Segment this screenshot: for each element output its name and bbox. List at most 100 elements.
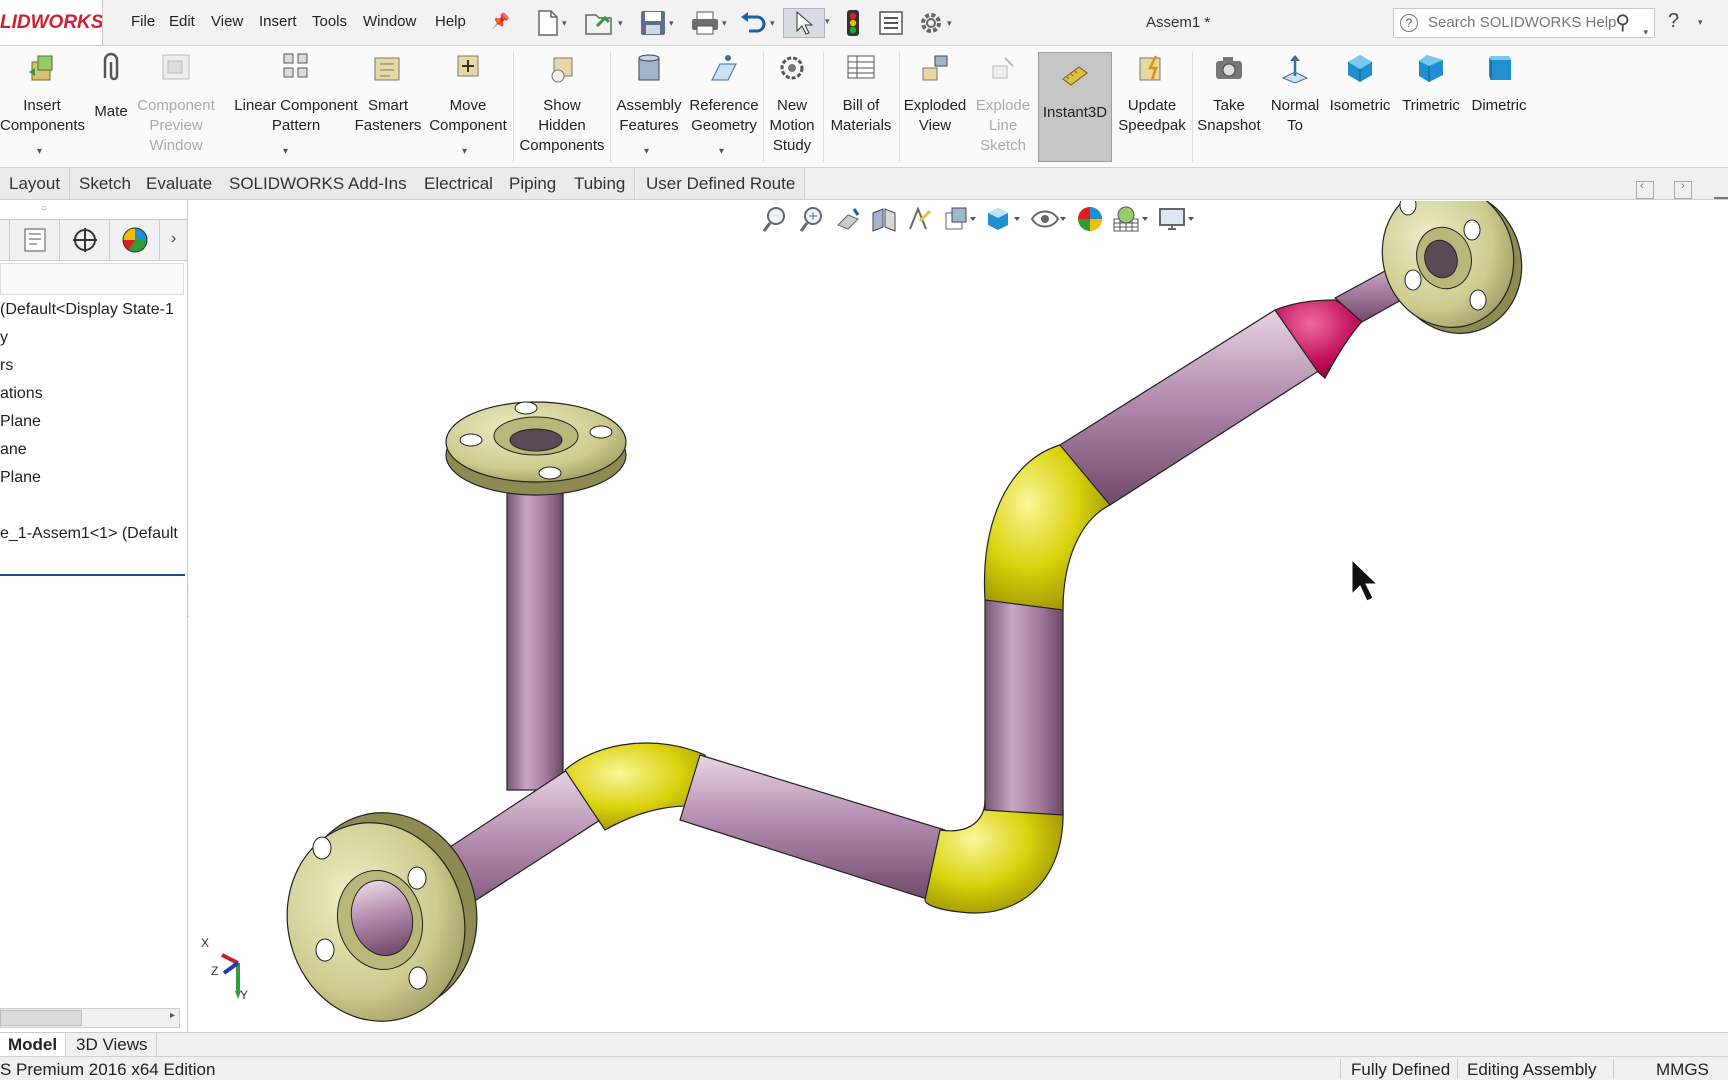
menu-help[interactable]: Help [435,13,466,30]
reference-geometry-dropdown-icon[interactable]: ▾ [719,146,724,157]
vertical-pipe-right[interactable] [984,599,1064,816]
flange-top-left[interactable] [445,401,627,496]
scrollbar-thumb[interactable] [0,1010,82,1026]
isometric-button[interactable]: Isometric [1326,52,1394,116]
solidworks-logo[interactable]: LIDWORKS [0,0,103,46]
tree-item-annotations[interactable]: ations [0,385,43,403]
configuration-manager-tab-icon[interactable] [60,220,110,260]
assembly-features-dropdown-icon[interactable]: ▾ [644,146,649,157]
help-icon[interactable]: ? [1668,10,1679,33]
exploded-view-button[interactable]: Exploded View [900,52,970,136]
scroll-right-arrow-icon[interactable]: ▸ [170,1010,175,1021]
menu-view[interactable]: View [211,13,243,30]
tab-tubing[interactable]: Tubing [565,168,636,199]
print-icon[interactable]: ▾ [686,8,732,38]
assembly-features-button[interactable]: Assembly Features [614,52,684,136]
flange-top-right[interactable] [1364,201,1540,351]
linear-component-pattern-button[interactable]: Linear Component Pattern [222,52,370,136]
tab-sketch[interactable]: Sketch [70,168,141,199]
property-manager-tab-icon[interactable] [10,220,60,260]
menu-tools[interactable]: Tools [312,13,347,30]
tab-3d-views[interactable]: 3D Views [68,1033,157,1056]
pin-icon[interactable]: 📌 [491,12,510,30]
tab-piping[interactable]: Piping [500,168,567,199]
camera-icon [1216,57,1242,79]
search-dropdown-icon[interactable]: ▾ [1643,18,1648,46]
search-icon[interactable]: ⚲ [1615,9,1630,37]
insert-components-dropdown-icon[interactable]: ▾ [37,146,42,157]
pipe-middle-diagonal[interactable] [679,754,946,901]
exploded-view-icon [922,55,948,81]
normal-to-button[interactable]: Normal To [1264,52,1326,136]
panel-tabs: › [0,219,187,261]
tab-layout[interactable]: Layout [0,168,71,199]
component-preview-icon [162,54,190,80]
pipe-assembly-model[interactable] [189,201,1728,1031]
undo-icon[interactable]: ▾ [734,8,780,38]
tab-model[interactable]: Model [0,1033,67,1056]
tree-item-history[interactable]: y [0,329,8,347]
isometric-cube-icon [1348,55,1372,82]
tab-electrical[interactable]: Electrical [415,168,503,199]
pattern-dropdown-icon[interactable]: ▾ [283,146,288,157]
file-properties-icon[interactable] [876,8,906,38]
trimetric-button[interactable]: Trimetric [1396,52,1466,116]
tree-item-sensors[interactable]: rs [0,357,13,375]
command-tabs: Layout Sketch Evaluate SOLIDWORKS Add-In… [0,168,1728,200]
chevron-right-icon[interactable]: › [171,230,176,248]
tree-item-assembly[interactable]: (Default<Display State-1 [0,301,174,319]
open-document-icon[interactable]: ▾ [580,8,628,38]
tab-user-defined-route[interactable]: User Defined Route [637,168,806,199]
rebuild-icon[interactable] [838,8,868,38]
show-hidden-components-button[interactable]: Show Hidden Components [518,52,606,156]
tree-item-front-plane[interactable]: Plane [0,413,41,431]
dimetric-button[interactable]: Dimetric [1466,52,1532,116]
tree-item-top-plane[interactable]: ane [0,441,27,459]
tab-solidworks-add-ins[interactable]: SOLIDWORKS Add-Ins [220,168,417,199]
display-manager-tab-icon[interactable] [110,220,160,260]
show-hidden-icon [551,57,573,83]
update-speedpak-button[interactable]: Update Speedpak [1114,52,1190,136]
bill-of-materials-button[interactable]: Bill of Materials [826,52,896,136]
tree-filter[interactable] [0,263,184,295]
component-preview-button[interactable]: Component Preview Window [136,52,216,156]
search-placeholder: Search SOLIDWORKS Help [1428,14,1617,31]
mate-button[interactable]: Mate [88,52,134,122]
insert-components-icon [29,55,53,81]
smart-fasteners-button[interactable]: Smart Fasteners [354,52,422,136]
new-document-icon[interactable]: ▾ [532,8,572,38]
take-snapshot-button[interactable]: Take Snapshot [1194,52,1264,136]
help-dropdown-icon[interactable]: ▾ [1698,17,1703,28]
menu-file[interactable]: File [131,13,155,30]
tree-item-route-subassembly[interactable]: e_1-Assem1<1> (Default [0,525,178,543]
tree-item-right-plane[interactable]: Plane [0,469,41,487]
explode-line-sketch-button[interactable]: Explode Line Sketch [970,52,1036,156]
viewport-split-right-icon[interactable]: › [1674,180,1692,199]
instant3d-button[interactable]: Instant3D [1038,52,1112,162]
menu-edit[interactable]: Edit [169,13,195,30]
menu-insert[interactable]: Insert [259,13,297,30]
units-status[interactable]: MMGS [1656,1060,1709,1080]
pipe-upper-diagonal[interactable] [1059,309,1321,506]
search-input[interactable]: ? Search SOLIDWORKS Help ⚲ ▾ [1393,8,1655,38]
insert-components-button[interactable]: Insert Components [0,52,85,136]
options-gear-icon[interactable]: ▾ [912,8,958,38]
flange-bottom-left[interactable] [265,793,499,1031]
vertical-pipe-left[interactable] [506,469,564,791]
save-icon[interactable]: ▾ [634,8,680,38]
viewport-split-left-icon[interactable]: ‹ [1636,180,1654,199]
rollback-bar[interactable] [0,574,185,576]
menu-window[interactable]: Window [363,13,416,30]
move-component-dropdown-icon[interactable]: ▾ [462,146,467,157]
motion-study-icon [780,56,804,80]
select-dropdown-icon[interactable]: ▾ [825,16,830,27]
reference-geometry-button[interactable]: Reference Geometry [686,52,762,136]
new-motion-study-button[interactable]: New Motion Study [764,52,820,156]
elbow-bottom-2[interactable] [924,799,1064,914]
panel-splitter-handle[interactable]: ○ [41,203,47,214]
minimize-icon[interactable] [1714,197,1728,199]
dimetric-cube-icon [1489,56,1511,80]
select-pointer-icon[interactable] [783,8,825,38]
tab-evaluate[interactable]: Evaluate [137,168,223,199]
move-component-button[interactable]: Move Component [426,52,510,136]
